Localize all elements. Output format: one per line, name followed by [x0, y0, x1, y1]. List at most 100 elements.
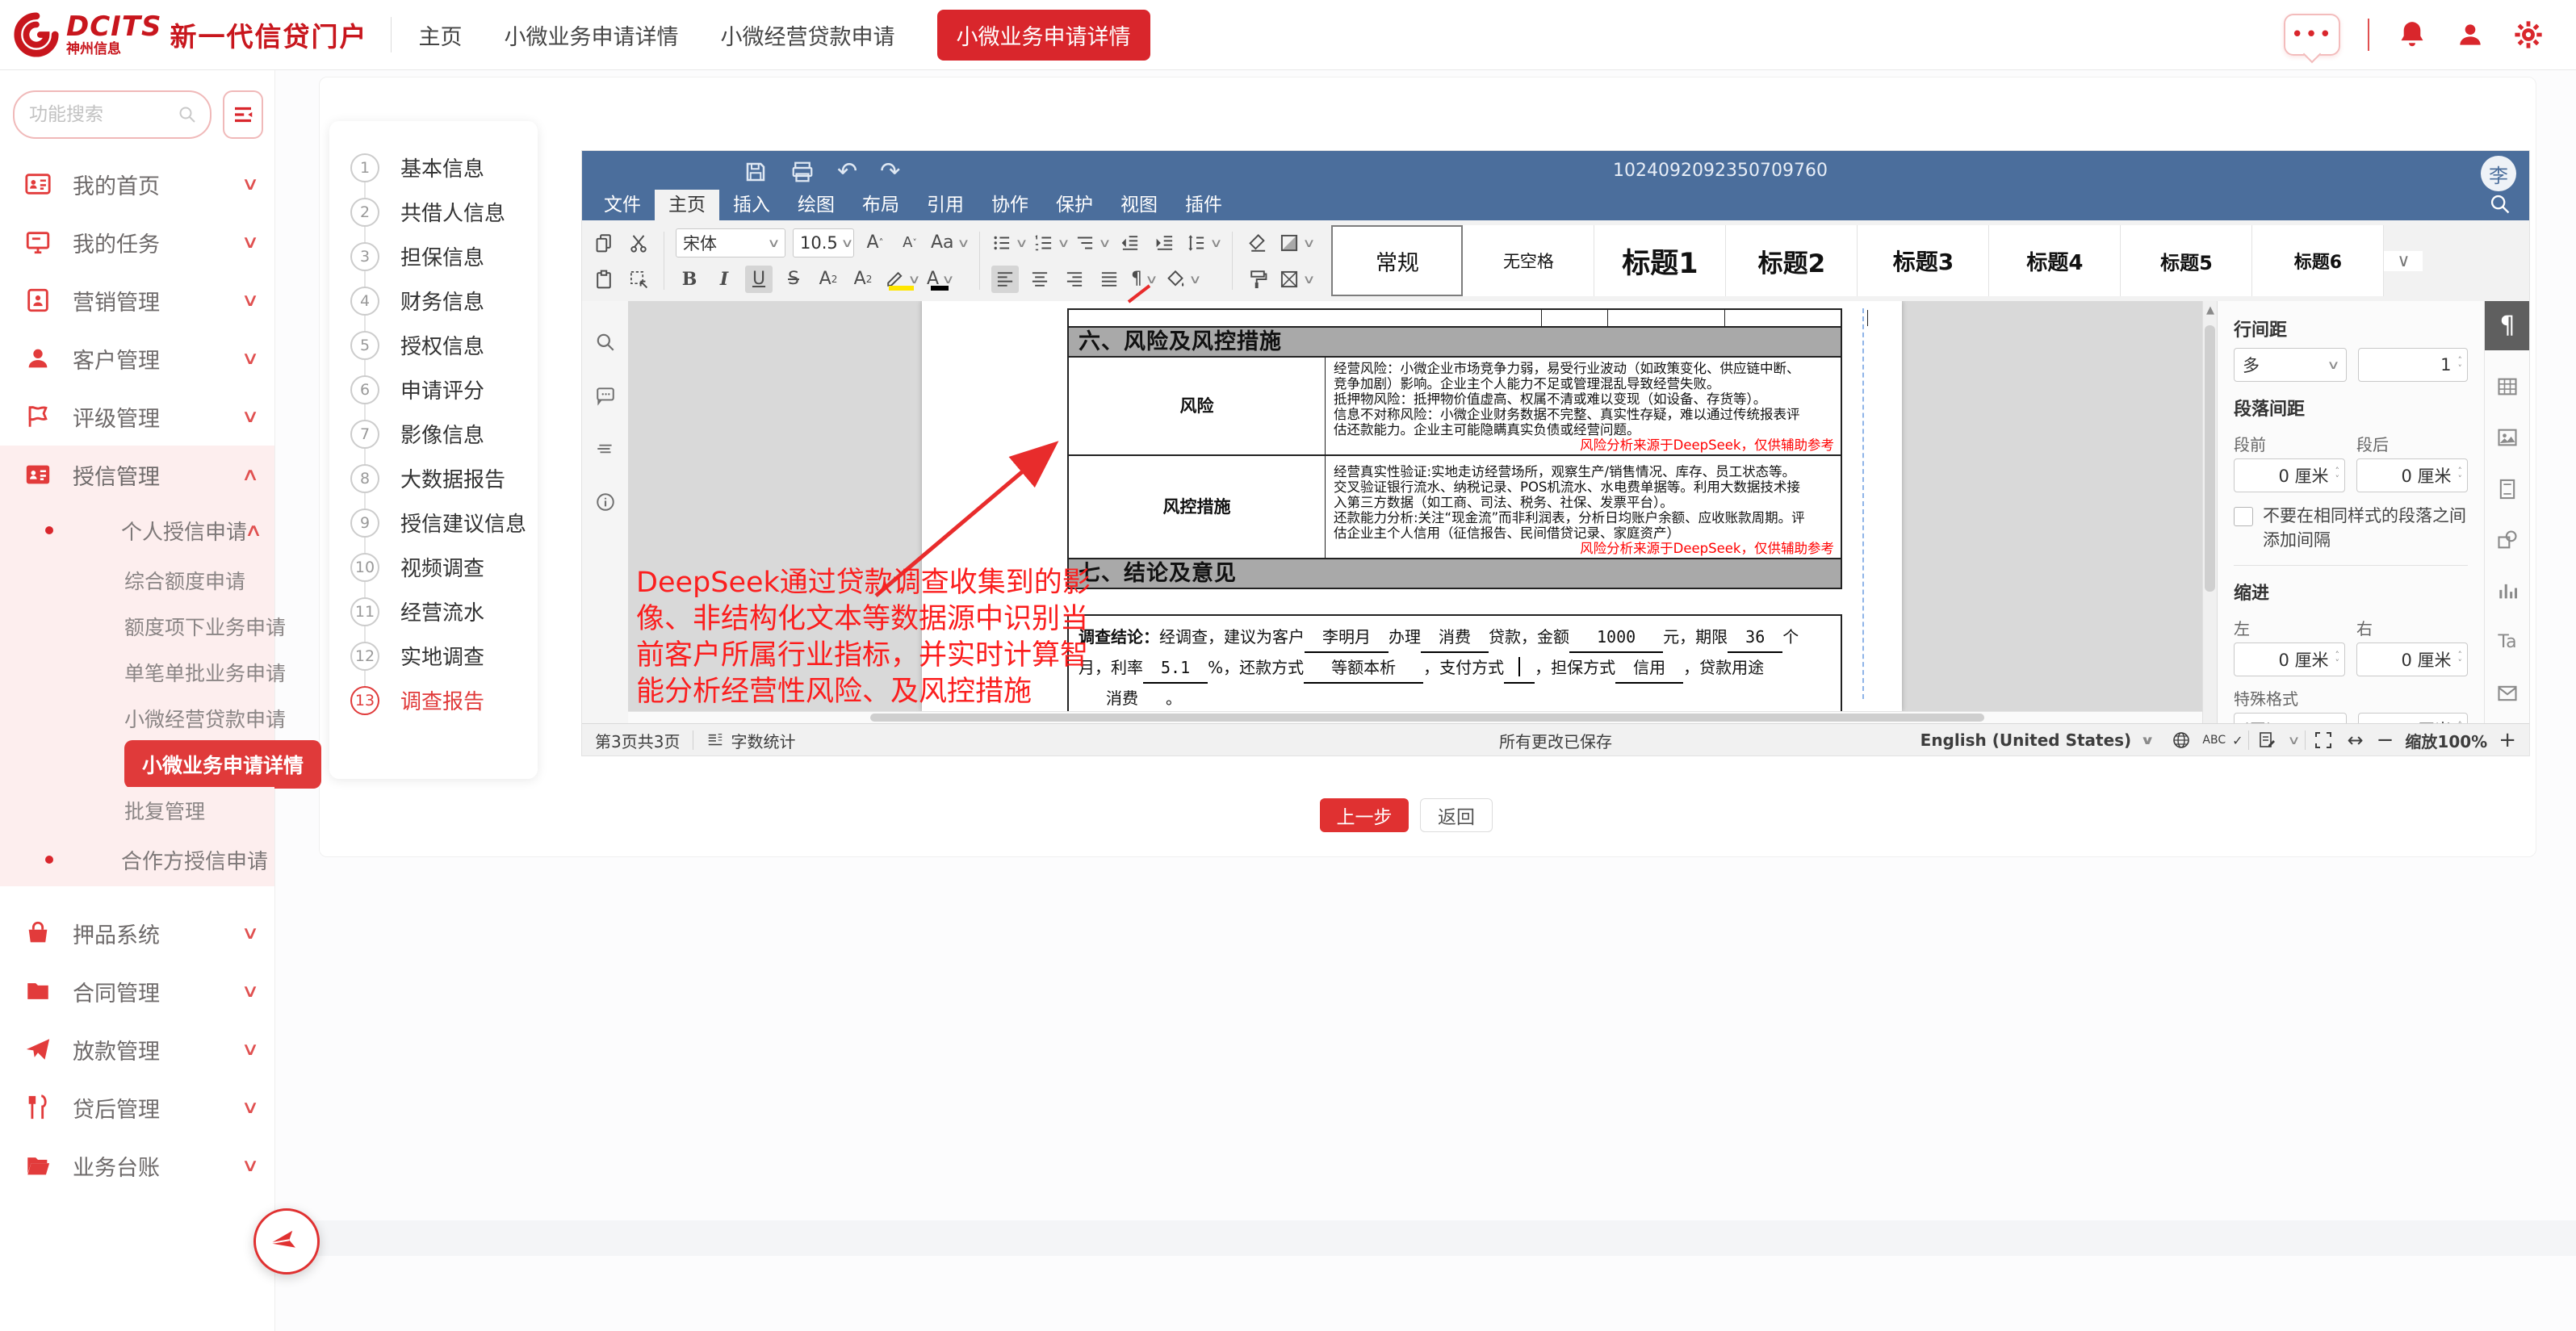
image-settings-tab[interactable]	[2485, 416, 2530, 458]
sidebar-menu-item[interactable]: 单笔单批业务申请	[0, 649, 274, 695]
decrease-font-icon[interactable]: A˅	[896, 229, 924, 257]
header-footer-tab[interactable]	[2485, 467, 2530, 510]
editor-menu-tab[interactable]: 插入	[719, 190, 784, 220]
change-case-icon[interactable]: Aa∨	[931, 229, 968, 257]
bell-icon[interactable]	[2397, 19, 2427, 50]
clear-format-icon[interactable]	[1244, 229, 1271, 257]
wizard-step[interactable]: 12 实地调查	[329, 634, 538, 678]
shading-icon[interactable]: ∨	[1279, 229, 1313, 257]
page-indicator[interactable]: 第3页共3页	[582, 724, 693, 756]
decrease-indent-icon[interactable]	[1116, 229, 1144, 257]
wizard-step[interactable]: 13 调查报告	[329, 678, 538, 722]
sidebar-menu-item[interactable]: 额度项下业务申请	[0, 603, 274, 649]
info-icon[interactable]	[595, 492, 616, 513]
sidebar-menu-item[interactable]: 授信管理 ∧	[0, 446, 274, 504]
fill-color-icon[interactable]: ∨	[1165, 266, 1200, 293]
back-button[interactable]: 返回	[1420, 798, 1493, 832]
wizard-step[interactable]: 4 财务信息	[329, 278, 538, 323]
top-nav-tab[interactable]: 小微业务申请详情	[937, 10, 1150, 61]
paragraph-settings-tab[interactable]: ¶	[2485, 301, 2530, 350]
word-count-button[interactable]: 字数统计	[693, 724, 808, 756]
top-nav-tab[interactable]: 小微经营贷款申请	[721, 19, 895, 51]
editor-menu-tab[interactable]: 主页	[655, 190, 719, 220]
increase-font-icon[interactable]: A˄	[861, 229, 889, 257]
copy-icon[interactable]	[590, 229, 618, 257]
sidebar-menu-item[interactable]: 业务台账 ∨	[0, 1136, 274, 1195]
user-icon[interactable]	[2455, 19, 2486, 50]
same-style-checkbox[interactable]	[2234, 507, 2253, 526]
style-gallery-expand-icon[interactable]: ∨	[2384, 251, 2423, 271]
special-format-stepper[interactable]: 0 厘米˄˅	[2358, 713, 2468, 723]
borders-icon[interactable]: ∨	[1279, 266, 1313, 293]
print-icon[interactable]	[790, 160, 815, 184]
wizard-step[interactable]: 11 经营流水	[329, 589, 538, 634]
editor-menu-tab[interactable]: 绘图	[784, 190, 848, 220]
spellcheck-button[interactable]: ABC✓	[2197, 724, 2247, 756]
font-name-select[interactable]: 宋体∨	[676, 228, 785, 257]
sidebar-menu-item[interactable]: 客户管理 ∨	[0, 329, 274, 387]
paragraph-style-option[interactable]: 标题6	[2252, 225, 2384, 296]
editor-menu-tab[interactable]: 协作	[978, 190, 1042, 220]
spacing-after-stepper[interactable]: 0 厘米˄˅	[2356, 458, 2468, 492]
highlight-icon[interactable]: ∨	[884, 266, 919, 293]
find-icon[interactable]	[595, 332, 616, 353]
justify-icon[interactable]	[1095, 266, 1123, 293]
multilevel-list-icon[interactable]: ∨	[1074, 229, 1109, 257]
zoom-out-icon[interactable]: −	[2377, 728, 2394, 752]
fit-page-icon[interactable]	[2314, 730, 2333, 750]
sidebar-menu-item[interactable]: 我的任务 ∨	[0, 213, 274, 271]
vertical-scroll-thumb[interactable]	[2205, 325, 2215, 592]
undo-icon[interactable]: ↶	[837, 157, 857, 186]
text-art-tab[interactable]: Ta	[2485, 621, 2530, 663]
paste-icon[interactable]	[590, 266, 618, 293]
top-nav-tab[interactable]: 主页	[419, 19, 463, 51]
strikethrough-icon[interactable]: S	[780, 266, 807, 293]
wizard-step[interactable]: 10 视频调查	[329, 545, 538, 589]
font-color-icon[interactable]: A∨	[926, 266, 953, 293]
chart-settings-tab[interactable]	[2485, 570, 2530, 613]
bold-icon[interactable]: B	[676, 266, 703, 293]
save-icon[interactable]	[743, 160, 768, 184]
align-left-icon[interactable]	[991, 266, 1019, 293]
editor-search-icon[interactable]	[2489, 193, 2511, 216]
sidebar-menu-item[interactable]: 合同管理 ∨	[0, 962, 274, 1020]
paragraph-style-option[interactable]: 标题3	[1858, 225, 1989, 296]
line-spacing-value-stepper[interactable]: 1˄˅	[2358, 348, 2468, 382]
fit-width-icon[interactable]: ↔	[2348, 729, 2364, 751]
sidebar-menu-item[interactable]: 合作方授信申请	[0, 833, 274, 886]
top-nav-tab[interactable]: 小微业务申请详情	[505, 19, 679, 51]
horizontal-scrollbar[interactable]	[628, 711, 2202, 724]
sidebar-menu-item[interactable]: 营销管理 ∨	[0, 271, 274, 329]
editor-menu-tab[interactable]: 保护	[1042, 190, 1107, 220]
paragraph-mark-icon[interactable]: ¶∨	[1130, 266, 1158, 293]
superscript-icon[interactable]: A2	[815, 266, 842, 293]
align-center-icon[interactable]	[1026, 266, 1053, 293]
paragraph-style-option[interactable]: 标题4	[1989, 225, 2121, 296]
conclusion-box[interactable]: 调查结论：经调查，建议为客户李明月办理消费贷款，金额1000元，期限36个月，利…	[1067, 614, 1842, 711]
line-spacing-icon[interactable]: ∨	[1186, 229, 1221, 257]
align-right-icon[interactable]	[1061, 266, 1088, 293]
sidebar-menu-item[interactable]: 小微经营贷款申请	[0, 695, 274, 741]
wizard-step[interactable]: 8 大数据报告	[329, 456, 538, 500]
comments-icon[interactable]	[595, 385, 616, 406]
cut-icon[interactable]	[625, 229, 652, 257]
indent-right-stepper[interactable]: 0 厘米˄˅	[2356, 642, 2468, 676]
numbered-list-icon[interactable]: ∨	[1033, 229, 1068, 257]
bullet-list-icon[interactable]: ∨	[991, 229, 1026, 257]
wizard-step[interactable]: 5 授权信息	[329, 323, 538, 367]
spacing-before-stepper[interactable]: 0 厘米˄˅	[2234, 458, 2345, 492]
table-settings-tab[interactable]	[2485, 365, 2530, 408]
search-input[interactable]	[27, 103, 178, 126]
track-changes-icon[interactable]	[2257, 730, 2277, 750]
menu-collapse-button[interactable]	[223, 90, 263, 139]
sidebar-menu-item[interactable]: 放款管理 ∨	[0, 1020, 274, 1078]
wizard-step[interactable]: 9 授信建议信息	[329, 500, 538, 545]
paragraph-style-option[interactable]: 标题1	[1594, 225, 1726, 296]
mail-merge-tab[interactable]	[2485, 672, 2530, 715]
editor-menu-tab[interactable]: 视图	[1107, 190, 1171, 220]
editor-menu-tab[interactable]: 文件	[590, 190, 655, 220]
line-spacing-mode-select[interactable]: 多∨	[2234, 348, 2347, 382]
select-icon[interactable]	[625, 266, 652, 293]
paragraph-style-option[interactable]: 标题2	[1726, 225, 1858, 296]
underline-icon[interactable]: U	[745, 266, 773, 293]
